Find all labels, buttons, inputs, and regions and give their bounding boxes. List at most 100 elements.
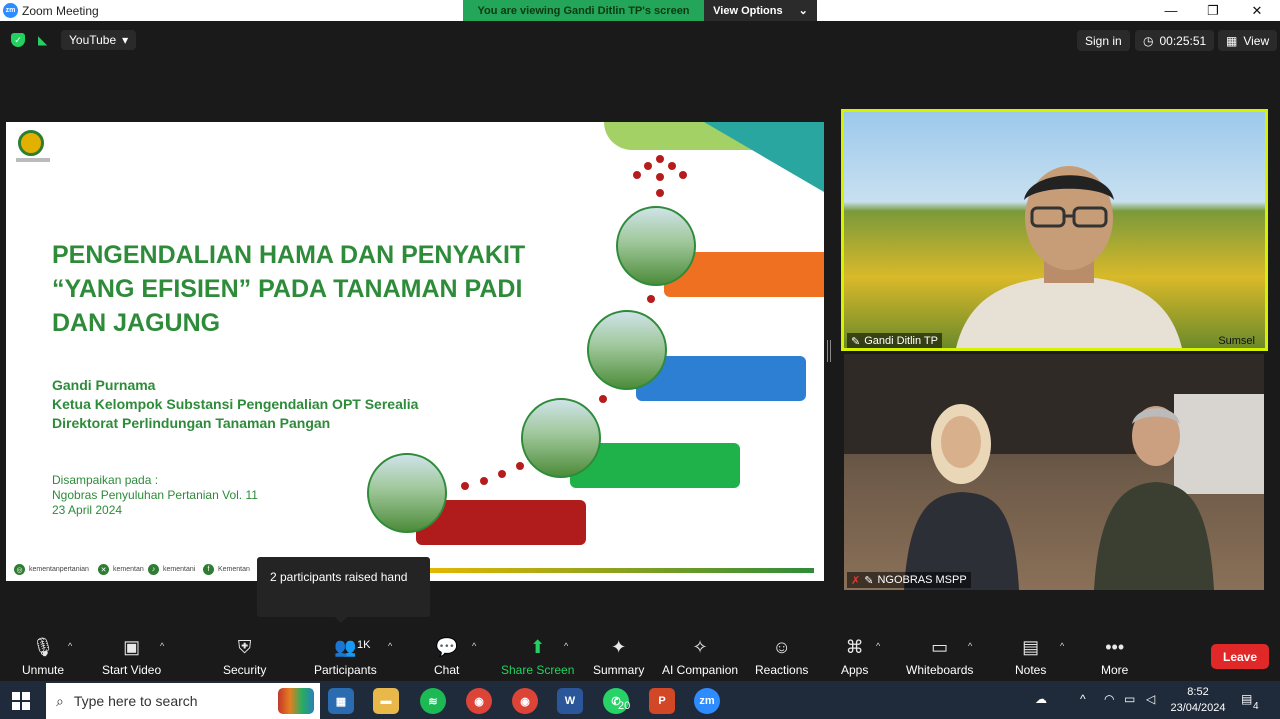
shield-icon[interactable]: ✓	[11, 33, 25, 47]
volume-icon[interactable]: ◁	[1146, 692, 1155, 706]
social-handle: ♪ kementani	[148, 564, 195, 575]
apps-options-caret[interactable]: ^	[876, 641, 880, 651]
chat-label: Chat	[434, 663, 460, 677]
slide-title-line: “YANG EFISIEN” PADA TANAMAN PADI	[52, 275, 523, 303]
chevron-up-icon[interactable]: ^	[1080, 692, 1086, 706]
participant-nametag: ✎ Gandi Ditlin TP	[847, 333, 942, 348]
security-label: Security	[223, 663, 267, 677]
summary-button[interactable]: ✦ Summary	[593, 636, 644, 677]
chrome-icon[interactable]: ◉	[466, 688, 492, 714]
chat-icon: 💬	[435, 637, 458, 657]
spotify-icon[interactable]: ≋	[420, 688, 446, 714]
weather-icon[interactable]: ☁	[1035, 692, 1047, 706]
windows-start-button[interactable]	[12, 692, 30, 710]
more-icon: •••	[1105, 637, 1125, 657]
search-placeholder: Type here to search	[73, 693, 198, 709]
notes-button[interactable]: ▤ Notes	[1015, 636, 1046, 677]
audio-options-caret[interactable]: ^	[68, 641, 72, 651]
search-icon: ⌕	[56, 692, 64, 709]
decor-dot	[461, 482, 469, 490]
summary-label: Summary	[593, 663, 645, 677]
clock-date: 23/04/2024	[1170, 702, 1226, 714]
x-icon: ✕	[98, 564, 109, 575]
instagram-icon: ◎	[14, 564, 25, 575]
decor-dot	[656, 189, 664, 197]
powerpoint-icon[interactable]: P	[649, 688, 675, 714]
facebook-icon: f	[203, 564, 214, 575]
decor-dot	[644, 162, 652, 170]
wifi-icon[interactable]: ◠	[1104, 692, 1114, 706]
whiteboards-options-caret[interactable]: ^	[968, 641, 972, 651]
whiteboards-button[interactable]: ▭ Whiteboards	[906, 636, 973, 677]
decor-dot	[498, 470, 506, 478]
decor-dot	[633, 171, 641, 179]
view-button[interactable]: ▦ View	[1218, 30, 1278, 51]
meeting-timer[interactable]: ◷ 00:25:51	[1135, 30, 1215, 51]
unmute-label: Unmute	[22, 663, 65, 677]
more-button[interactable]: ••• More	[1101, 636, 1128, 677]
books-icon[interactable]	[278, 688, 314, 714]
share-options-caret[interactable]: ^	[564, 641, 568, 651]
apps-button[interactable]: ⌘ Apps	[841, 636, 868, 677]
reactions-button[interactable]: ☺ Reactions	[755, 636, 808, 677]
signal-icon[interactable]: ◣	[38, 33, 47, 47]
leave-button[interactable]: Leave	[1211, 644, 1269, 669]
reactions-label: Reactions	[755, 663, 809, 677]
participant-video[interactable]: ✗ ✎ NGOBRAS MSPP	[844, 354, 1264, 590]
maximize-button[interactable]: ❐	[1192, 0, 1234, 21]
slide-title-line: PENGENDALIAN HAMA DAN PENYAKIT	[52, 241, 526, 269]
close-button[interactable]: ✕	[1236, 0, 1278, 21]
splitter-handle[interactable]	[827, 340, 831, 362]
ai-companion-button[interactable]: ✧ AI Companion	[662, 636, 738, 677]
folder-icon[interactable]: ▬	[373, 688, 399, 714]
ai-companion-label: AI Companion	[662, 663, 739, 677]
start-video-label: Start Video	[102, 663, 162, 677]
view-options-button[interactable]: View Options ⌄	[704, 0, 817, 21]
presenter-position: Ketua Kelompok Substansi Pengendalian OP…	[52, 396, 419, 412]
grid-icon: ▦	[1226, 33, 1238, 48]
store-icon[interactable]: ▦	[328, 688, 354, 714]
decor-dot	[516, 462, 524, 470]
decor-dot	[480, 477, 488, 485]
notification-icon[interactable]: ▤	[1241, 692, 1252, 706]
slide-decoration	[704, 122, 824, 192]
share-screen-icon: ⬆	[530, 637, 546, 657]
field-photo	[587, 310, 667, 390]
unmute-button[interactable]: 🎙 Unmute	[22, 636, 64, 677]
start-video-button[interactable]: ▣ Start Video	[102, 636, 161, 677]
presenter-name: Gandi Purnama	[52, 377, 156, 393]
zoom-icon[interactable]: zm	[694, 688, 720, 714]
security-button[interactable]: ⛨ Security	[223, 636, 266, 677]
apps-label: Apps	[841, 663, 869, 677]
zoom-app-icon: zm	[3, 3, 18, 18]
view-options-label: View Options	[713, 4, 783, 17]
timer-value: 00:25:51	[1159, 33, 1207, 48]
video-options-caret[interactable]: ^	[160, 641, 164, 651]
speaker-figure	[956, 166, 1182, 348]
slide-footer-line	[426, 568, 814, 573]
notes-options-caret[interactable]: ^	[1060, 641, 1064, 651]
chrome-profile-icon[interactable]: ◉	[512, 688, 538, 714]
taskbar-clock[interactable]: 8:52 23/04/2024	[1168, 684, 1228, 716]
active-speaker-video[interactable]: ✎ Gandi Ditlin TP Sumsel	[841, 109, 1268, 351]
youtube-stream-button[interactable]: YouTube ▾	[61, 30, 137, 50]
field-photo	[367, 453, 447, 533]
youtube-label: YouTube	[69, 33, 117, 47]
notes-label: Notes	[1015, 663, 1047, 677]
decor-dot	[599, 395, 607, 403]
sign-in-button[interactable]: Sign in	[1077, 30, 1130, 51]
ministry-logo	[18, 130, 44, 156]
summary-icon: ✦	[611, 637, 627, 657]
delivered-label: Disampaikan pada :	[52, 473, 159, 487]
battery-icon[interactable]: ▭	[1124, 692, 1135, 706]
word-icon[interactable]: W	[557, 688, 583, 714]
video-off-icon: ▣	[123, 637, 141, 657]
participants-options-caret[interactable]: ^	[388, 641, 392, 651]
minimize-button[interactable]: —	[1150, 0, 1192, 21]
field-photo	[616, 206, 696, 286]
social-handle: ✕ kementan	[98, 564, 144, 575]
slide-title-line: DAN JAGUNG	[52, 309, 221, 337]
viewing-banner-text: You are viewing Gandi Ditlin TP's screen	[463, 0, 704, 21]
chat-options-caret[interactable]: ^	[472, 641, 476, 651]
chat-button[interactable]: 💬 Chat	[434, 636, 459, 677]
